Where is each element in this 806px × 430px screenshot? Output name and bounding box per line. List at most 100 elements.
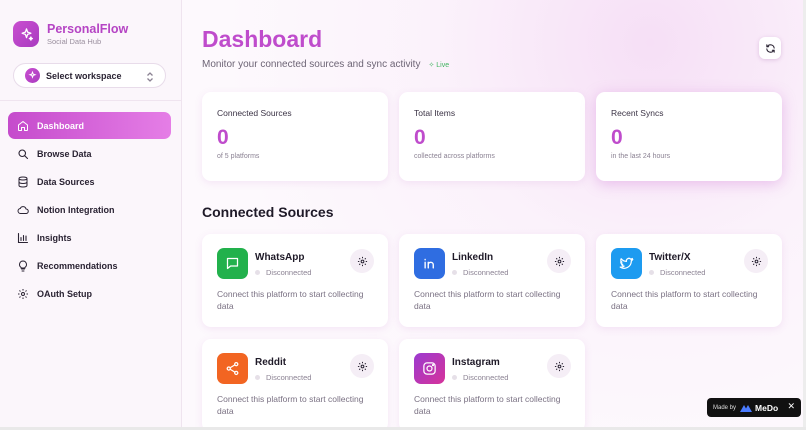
twitter-icon: [611, 248, 642, 279]
gear-icon: [554, 256, 564, 266]
gear-icon: [357, 361, 367, 371]
source-description: Connect this platform to start collectin…: [414, 289, 561, 311]
stat-card-total-items: Total Items 0 collected across platforms: [399, 92, 585, 181]
source-status: Disconnected: [452, 373, 508, 382]
source-name: LinkedIn: [452, 252, 494, 263]
gear-icon: [751, 256, 761, 266]
sidebar-item-data-sources[interactable]: Data Sources: [8, 168, 171, 195]
sidebar-item-label: Browse Data: [37, 148, 92, 159]
source-card-reddit: Reddit Disconnected Connect this platfor…: [202, 339, 388, 430]
whatsapp-icon: [217, 248, 248, 279]
source-description: Connect this platform to start collectin…: [611, 289, 758, 311]
live-indicator: ✧ Live: [428, 61, 450, 69]
status-dot-icon: [452, 270, 457, 275]
source-name: Twitter/X: [649, 252, 691, 263]
source-card-whatsapp: WhatsApp Disconnected Connect this platf…: [202, 234, 388, 327]
source-card-linkedin: LinkedIn Disconnected Connect this platf…: [399, 234, 585, 327]
stat-label: Total Items: [414, 108, 456, 118]
stat-value: 0: [414, 126, 426, 149]
sidebar-item-notion-integration[interactable]: Notion Integration: [8, 196, 171, 223]
bar-chart-icon: [17, 232, 29, 243]
gear-icon: [357, 256, 367, 266]
source-description: Connect this platform to start collectin…: [414, 394, 561, 416]
status-dot-icon: [255, 375, 260, 380]
workspace-icon: [25, 68, 40, 83]
medo-logo-icon: [740, 404, 753, 412]
status-label: Disconnected: [463, 373, 509, 382]
status-label: Disconnected: [660, 268, 706, 277]
brand-name: PersonalFlow: [47, 21, 129, 36]
refresh-button[interactable]: [759, 37, 781, 59]
brand: PersonalFlow Social Data Hub: [13, 21, 128, 47]
instagram-icon: [414, 353, 445, 384]
stat-value: 0: [611, 126, 623, 149]
source-settings-button[interactable]: [350, 354, 374, 378]
refresh-icon: [765, 43, 775, 53]
gear-icon: [18, 288, 28, 299]
sidebar-item-insights[interactable]: Insights: [8, 224, 171, 251]
brand-subtitle: Social Data Hub: [47, 36, 102, 46]
stat-value: 0: [217, 126, 229, 149]
subtitle-text: Monitor your connected sources and sync …: [202, 59, 421, 70]
status-label: Disconnected: [266, 268, 312, 277]
sidebar-item-browse-data[interactable]: Browse Data: [8, 140, 171, 167]
source-settings-button[interactable]: [547, 249, 571, 273]
sidebar-item-dashboard[interactable]: Dashboard: [8, 112, 171, 139]
page-subtitle: Monitor your connected sources and sync …: [202, 59, 449, 70]
source-status: Disconnected: [255, 373, 311, 382]
main-content: Dashboard Monitor your connected sources…: [182, 0, 806, 430]
source-settings-button[interactable]: [350, 249, 374, 273]
sidebar-item-label: Insights: [37, 232, 72, 243]
source-name: Instagram: [452, 357, 500, 368]
database-icon: [18, 176, 28, 188]
sparkles-logo-icon: [13, 21, 39, 47]
source-description: Connect this platform to start collectin…: [217, 394, 364, 416]
source-card-twitter: Twitter/X Disconnected Connect this plat…: [596, 234, 782, 327]
status-dot-icon: [255, 270, 260, 275]
gear-icon: [554, 361, 564, 371]
section-title: Connected Sources: [202, 204, 334, 220]
status-label: Disconnected: [463, 268, 509, 277]
page-title: Dashboard: [202, 26, 323, 52]
source-status: Disconnected: [649, 268, 705, 277]
workspace-label: Select workspace: [46, 70, 122, 81]
close-icon[interactable]: ✕: [787, 401, 795, 412]
source-card-instagram: Instagram Disconnected Connect this plat…: [399, 339, 585, 430]
search-icon: [18, 148, 29, 159]
status-dot-icon: [452, 375, 457, 380]
source-status: Disconnected: [452, 268, 508, 277]
sidebar-item-oauth-setup[interactable]: OAuth Setup: [8, 280, 171, 307]
stat-note: collected across platforms: [414, 153, 495, 160]
stat-label: Recent Syncs: [611, 108, 664, 118]
made-by-badge[interactable]: Made by MeDo ✕: [707, 398, 801, 417]
stat-note: of 5 platforms: [217, 153, 260, 160]
workspace-selector[interactable]: Select workspace: [13, 63, 166, 88]
sidebar-item-label: Dashboard: [37, 120, 85, 131]
sidebar-item-label: Recommendations: [37, 260, 118, 271]
sidebar-item-recommendations[interactable]: Recommendations: [8, 252, 171, 279]
source-description: Connect this platform to start collectin…: [217, 289, 364, 311]
sidebar: PersonalFlow Social Data Hub Select work…: [0, 0, 182, 430]
live-label: Live: [436, 61, 450, 69]
linkedin-icon: [414, 248, 445, 279]
share-icon: [217, 353, 248, 384]
sidebar-nav: Dashboard Browse Data Data Sources Notio…: [8, 112, 171, 308]
stat-note: in the last 24 hours: [611, 153, 671, 160]
chevron-updown-icon: [146, 70, 154, 88]
sidebar-item-label: OAuth Setup: [37, 288, 92, 299]
sidebar-divider: [0, 100, 182, 101]
stat-label: Connected Sources: [217, 108, 292, 118]
sidebar-item-label: Data Sources: [37, 176, 95, 187]
lightbulb-icon: [19, 259, 27, 271]
stat-card-connected-sources: Connected Sources 0 of 5 platforms: [202, 92, 388, 181]
source-status: Disconnected: [255, 268, 311, 277]
source-settings-button[interactable]: [547, 354, 571, 378]
stat-card-recent-syncs: Recent Syncs 0 in the last 24 hours: [596, 92, 782, 181]
source-name: WhatsApp: [255, 252, 305, 263]
home-icon: [18, 120, 28, 131]
source-settings-button[interactable]: [744, 249, 768, 273]
cloud-icon: [17, 205, 29, 214]
badge-brand: MeDo: [755, 402, 779, 413]
sidebar-item-label: Notion Integration: [37, 204, 115, 215]
badge-made-by: Made by: [713, 404, 737, 411]
